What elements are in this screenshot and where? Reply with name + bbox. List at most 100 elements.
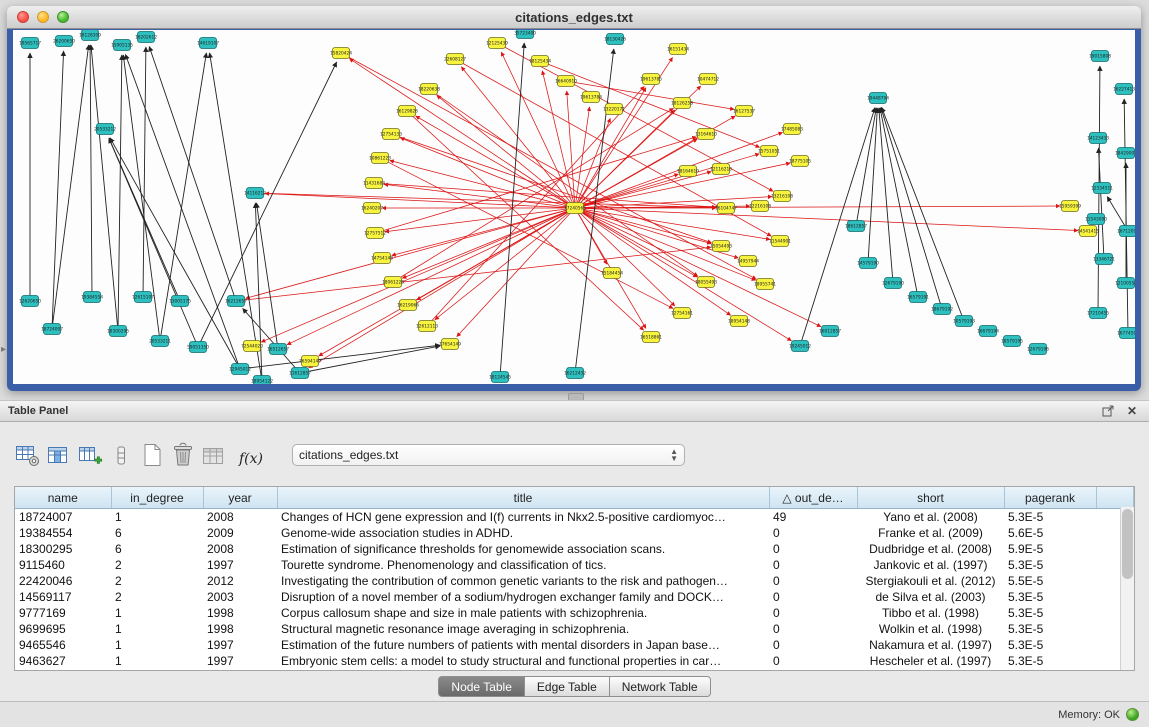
graph-node[interactable]: 16127537 [733, 106, 755, 117]
graph-node[interactable]: 18300295 [107, 326, 129, 337]
graph-node[interactable]: 19565717 [19, 38, 41, 49]
graph-node[interactable]: 12679196 [1027, 344, 1049, 355]
graph-node[interactable]: 12754161 [671, 308, 693, 319]
graph-node[interactable]: 12620650 [19, 296, 41, 307]
graph-node[interactable]: 15751051 [758, 146, 780, 157]
graph-node[interactable]: 13005175 [169, 296, 191, 307]
graph-node[interactable]: 13216108 [771, 191, 793, 202]
graph-node[interactable]: 14116212 [244, 188, 266, 199]
graph-node[interactable]: 18724007 [41, 324, 63, 335]
memory-status-icon[interactable] [1126, 708, 1139, 721]
graph-edge[interactable] [118, 55, 122, 331]
graph-node[interactable]: 16012857 [819, 326, 841, 337]
graph-node[interactable]: 18679192 [931, 304, 953, 315]
modify-table-icon[interactable] [14, 442, 42, 468]
graph-node[interactable]: 20533211 [149, 336, 171, 347]
graph-node[interactable]: 18126258 [671, 98, 693, 109]
tab-node-table[interactable]: Node Table [438, 676, 525, 697]
graph-node[interactable]: 19613784 [580, 92, 602, 103]
minimize-window-button[interactable] [37, 11, 49, 23]
graph-node[interactable]: 11543090 [1085, 214, 1107, 225]
table-row[interactable]: 1830029562008Estimation of significance … [15, 541, 1134, 557]
graph-edge[interactable] [255, 203, 262, 381]
table-row[interactable]: 2242004622012Investigating the contribut… [15, 573, 1134, 589]
graph-node[interactable]: 26200650 [53, 36, 75, 47]
column-header-name[interactable]: name [15, 487, 111, 509]
graph-node[interactable]: 16240207 [361, 203, 383, 214]
graph-node[interactable]: 15905135 [111, 40, 133, 51]
new-file-icon[interactable] [138, 442, 166, 468]
graph-node[interactable]: 11544901 [769, 236, 791, 247]
graph-node[interactable]: 18954148 [728, 316, 750, 327]
graph-node[interactable]: 12116210 [710, 164, 732, 175]
column-header-out-de-[interactable]: △ out_de… [769, 487, 857, 509]
table-row[interactable]: 1872400712008Changes of HCN gene express… [15, 509, 1134, 526]
graph-node[interactable]: 16579191 [907, 292, 929, 303]
graph-edge[interactable] [198, 62, 337, 347]
graph-node[interactable]: 72544020 [241, 341, 263, 352]
graph-node[interactable]: 76594149 [299, 356, 321, 367]
graph-node[interactable]: 15054493 [710, 241, 732, 252]
graph-node[interactable]: 12615107 [132, 292, 154, 303]
graph-node[interactable]: 18954122 [251, 376, 273, 385]
graph-node[interactable]: 16679194 [977, 326, 999, 337]
graph-node[interactable]: 16104747 [715, 203, 737, 214]
graph-node[interactable]: 12100554 [1115, 278, 1135, 289]
graph-node[interactable]: 17240565 [564, 203, 586, 214]
network-svg[interactable]: 1724056518220638161298261275413310861223… [13, 30, 1135, 384]
graph-node[interactable]: 12757512 [364, 228, 386, 239]
graph-edge[interactable] [265, 193, 575, 208]
column-header-in-degree[interactable]: in_degree [111, 487, 203, 509]
graph-edge[interactable] [1098, 148, 1104, 259]
import-table-icon[interactable] [200, 442, 228, 468]
graph-node[interactable]: 35723400 [514, 30, 536, 39]
hide-panel-arrow[interactable]: ▸ [1, 344, 6, 355]
graph-edge[interactable] [125, 54, 240, 369]
function-builder-icon[interactable]: f(x) [231, 441, 271, 470]
show-columns-icon[interactable] [45, 442, 73, 468]
graph-node[interactable]: 18955741 [754, 279, 776, 290]
graph-edge[interactable] [880, 108, 918, 297]
table-row[interactable]: 1938455462009Genome-wide association stu… [15, 525, 1134, 541]
graph-edge[interactable] [575, 208, 1078, 231]
graph-node[interactable]: 13164610 [695, 129, 717, 140]
graph-node[interactable]: 17210455 [1087, 308, 1109, 319]
graph-edge[interactable] [457, 208, 575, 337]
graph-node[interactable]: 19613785 [640, 74, 662, 85]
table-row[interactable]: 946554611997Estimation of the future num… [15, 637, 1134, 653]
tab-edge-table[interactable]: Edge Table [525, 676, 610, 697]
graph-node[interactable]: 19015808 [1089, 51, 1111, 62]
graph-edge[interactable] [90, 45, 92, 297]
graph-edge[interactable] [416, 116, 575, 208]
graph-node[interactable]: 16712099 [1117, 226, 1135, 237]
graph-edge[interactable] [575, 107, 590, 208]
graph-node[interactable]: 12125439 [486, 38, 508, 49]
graph-node[interactable]: 16512657 [267, 344, 289, 355]
graph-node[interactable]: 18220638 [418, 84, 440, 95]
graph-node[interactable]: 11431683 [363, 178, 385, 189]
network-canvas[interactable]: 1724056518220638161298261275413310861223… [13, 30, 1135, 384]
graph-node[interactable]: 12216108 [749, 201, 771, 212]
graph-node[interactable]: 15184454 [601, 268, 623, 279]
graph-node[interactable]: 59051350 [187, 342, 209, 353]
close-window-button[interactable] [17, 11, 29, 23]
graph-node[interactable]: 18130426 [604, 34, 626, 45]
graph-node[interactable]: 18164610 [677, 166, 699, 177]
graph-edge[interactable] [255, 193, 716, 208]
graph-edge[interactable] [407, 111, 644, 330]
graph-node[interactable]: 14957944 [737, 256, 759, 267]
graph-node[interactable]: 18061228 [382, 277, 404, 288]
close-panel-icon[interactable]: ✕ [1123, 403, 1141, 419]
delete-icon[interactable] [169, 442, 197, 468]
table-selector-combobox[interactable]: citations_edges.txt ▲▼ [292, 444, 685, 466]
graph-node[interactable]: 18125434 [529, 56, 551, 67]
rows-icon[interactable] [107, 442, 135, 468]
column-header-short[interactable]: short [857, 487, 1004, 509]
graph-node[interactable]: 15820424 [330, 48, 352, 59]
graph-node[interactable]: 10579193 [953, 316, 975, 327]
table-row[interactable]: 977716911998Corpus callosum shape and si… [15, 605, 1134, 621]
graph-edge[interactable] [575, 208, 731, 315]
zoom-window-button[interactable] [57, 11, 69, 23]
graph-node[interactable]: 16212432 [564, 368, 586, 379]
graph-node[interactable]: 18055493 [695, 277, 717, 288]
